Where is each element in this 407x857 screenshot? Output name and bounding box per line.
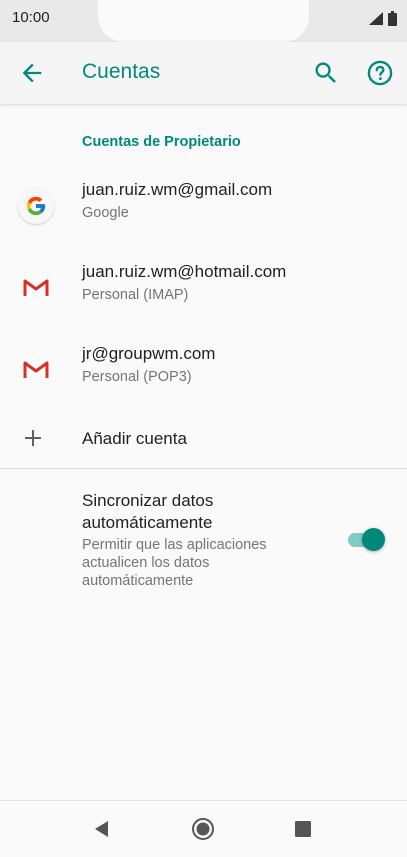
status-time: 10:00 (12, 9, 50, 26)
sync-description: Permitir que las aplicaciones actualicen… (82, 537, 267, 589)
auto-sync-setting[interactable]: Sincronizar datos automáticamente Permit… (0, 484, 407, 594)
status-bar: 10:00 (0, 0, 407, 42)
account-type: Google (82, 205, 129, 221)
account-type: Personal (IMAP) (82, 287, 189, 303)
google-icon (18, 188, 54, 224)
recents-nav-icon[interactable] (291, 817, 315, 841)
account-item-hotmail[interactable]: juan.ruiz.wm@hotmail.com Personal (IMAP) (0, 250, 407, 320)
search-icon[interactable] (312, 59, 340, 87)
section-header: Cuentas de Propietario (82, 134, 241, 150)
add-account-label: Añadir cuenta (82, 429, 187, 448)
account-email: juan.ruiz.wm@gmail.com (82, 180, 273, 199)
sync-title: Sincronizar datos automáticamente (82, 491, 214, 532)
system-nav-bar (0, 800, 407, 857)
gmail-icon (18, 352, 54, 388)
status-icons (369, 11, 397, 26)
plus-icon (25, 430, 41, 446)
page-title: Cuentas (82, 60, 161, 83)
account-email: juan.ruiz.wm@hotmail.com (82, 262, 287, 281)
back-arrow-icon[interactable] (18, 59, 46, 87)
account-item-groupwm[interactable]: jr@groupwm.com Personal (POP3) (0, 332, 407, 402)
signal-icon (369, 12, 383, 25)
account-type: Personal (POP3) (82, 369, 192, 385)
account-email: jr@groupwm.com (82, 344, 216, 363)
battery-icon (388, 11, 397, 26)
app-bar: Cuentas (0, 42, 407, 104)
back-nav-icon[interactable] (90, 817, 114, 841)
divider (0, 468, 407, 469)
add-account-button[interactable]: Añadir cuenta (0, 418, 407, 466)
camera-notch (98, 0, 309, 42)
account-item-google[interactable]: juan.ruiz.wm@gmail.com Google (0, 168, 407, 238)
toggle-thumb (362, 528, 385, 551)
help-icon[interactable] (366, 59, 394, 87)
home-nav-icon[interactable] (191, 817, 215, 841)
auto-sync-toggle[interactable] (346, 528, 386, 552)
gmail-icon (18, 270, 54, 306)
